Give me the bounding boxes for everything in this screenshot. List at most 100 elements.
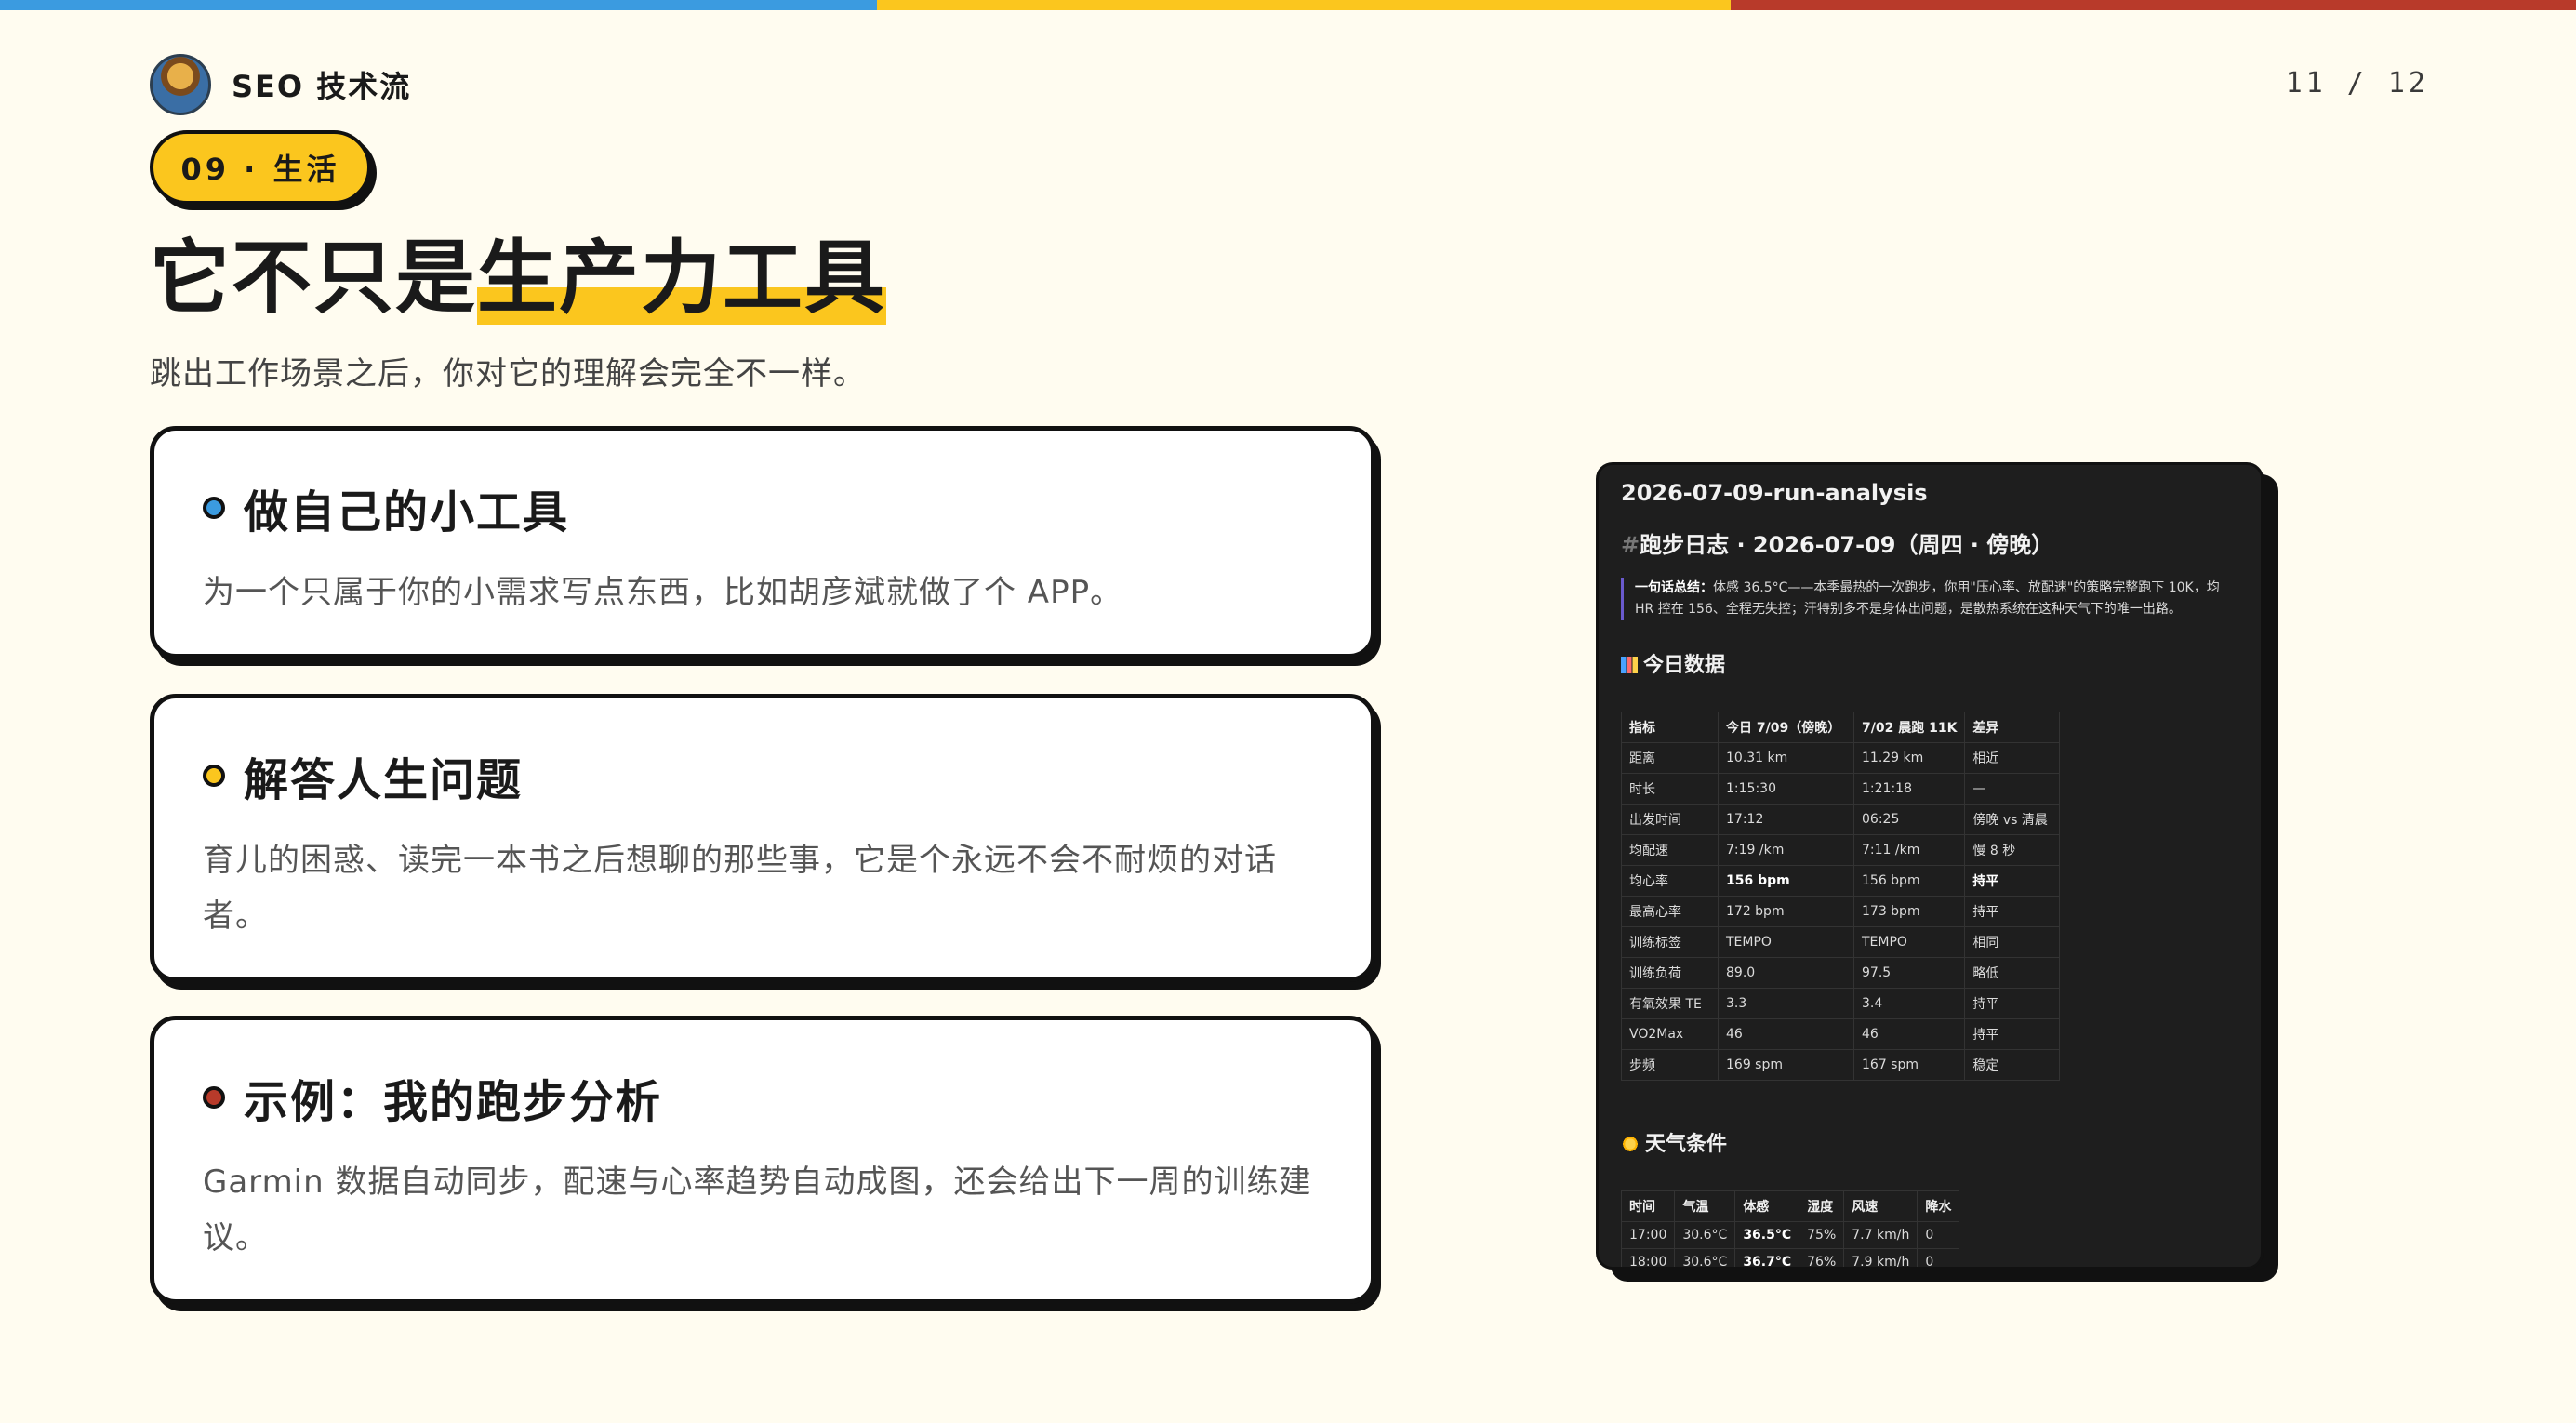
table-row: 均心率 156 bpm 156 bpm 持平 (1621, 865, 2061, 897)
table-cell: 相同 (1964, 926, 2061, 958)
table-cell: TEMPO (1718, 926, 1854, 958)
table-cell: 持平 (1964, 988, 2061, 1019)
table-cell: 0 (1917, 1248, 1960, 1267)
card-description: 为一个只属于你的小需求写点东西，比如胡彦斌就做了个 APP。 (203, 574, 1123, 611)
table-cell: 10.31 km (1718, 742, 1854, 774)
card-description: 育儿的困惑、读完一本书之后想聊的那些事，它是个永远不会不耐烦的对话者。 (203, 842, 1277, 935)
card-run-analysis: 示例：我的跑步分析 Garmin 数据自动同步，配速与心率趋势自动成图，还会给出… (150, 1016, 1375, 1304)
table-cell: 169 spm (1718, 1049, 1854, 1081)
table-header-cell: 时间 (1620, 1190, 1676, 1222)
table-cell: 30.6°C (1674, 1248, 1736, 1267)
table-cell: 步频 (1621, 1049, 1719, 1081)
table-cell: 持平 (1964, 865, 2061, 897)
table-cell: 172 bpm (1718, 896, 1854, 927)
table-row: 时长 1:15:30 1:21:18— (1621, 773, 2061, 805)
table-cell: 有氧效果 TE (1621, 988, 1719, 1019)
table-row: 训练标签 TEMPO TEMPO 相同 (1621, 926, 2061, 958)
title-highlight: 生产力工具 (477, 232, 886, 325)
table-row: 距离 10.31 km 11.29 km 相近 (1621, 742, 2061, 774)
table-row: 出发时间 17:12 06:25 傍晚 vs 清晨 (1621, 804, 2061, 835)
table-cell: TEMPO (1852, 926, 1966, 958)
table-cell: 46 (1852, 1018, 1966, 1050)
color-bar-red (1731, 0, 2576, 10)
table-cell: 89.0 (1718, 957, 1854, 989)
bullet-dot-icon (203, 1086, 225, 1109)
table-cell: 36.7°C (1734, 1248, 1800, 1267)
table-cell: 06:25 (1852, 804, 1966, 835)
table-cell: 稳定 (1964, 1049, 2061, 1081)
brand: SEO 技术流 (150, 54, 411, 115)
page-title: 它不只是生产力工具 (150, 227, 886, 329)
card-title: 示例：我的跑步分析 (244, 1076, 663, 1128)
table-header-cell: 降水 (1917, 1190, 1960, 1222)
table-cell: 相近 (1964, 742, 2061, 774)
table-header-cell: 差异 (1964, 712, 2061, 743)
doc-title: 2026-07-09-run-analysis (1621, 480, 1928, 506)
color-bar-yellow (877, 0, 1731, 10)
table-cell: 30.6°C (1674, 1221, 1736, 1249)
table-cell: 7:11 /km (1852, 834, 1966, 866)
table-cell: 最高心率 (1621, 896, 1719, 927)
table-row: 有氧效果 TE 3.3 3.4 持平 (1621, 988, 2061, 1019)
table-cell: 3.4 (1852, 988, 1966, 1019)
table-cell: 75% (1799, 1221, 1845, 1249)
table-row: 17:00 30.6°C 36.5°C 75% 7.7 km/h 0 (1620, 1221, 1960, 1249)
table-row: 18:00 30.6°C 36.7°C 76% 7.9 km/h 0 (1620, 1248, 1960, 1267)
page-subtitle: 跳出工作场景之后，你对它的理解会完全不一样。 (150, 355, 866, 392)
table-cell: 17:12 (1718, 804, 1854, 835)
color-bar-blue (0, 0, 877, 10)
table-header-cell: 7/02 晨跑 11K (1852, 712, 1966, 743)
section-data-heading: 今日数据 (1621, 648, 2238, 678)
table-header-cell: 风速 (1843, 1190, 1919, 1222)
title-text: 它不只是 (150, 232, 477, 325)
table-cell: VO2Max (1621, 1018, 1719, 1050)
run-analysis-screenshot: 2026-07-09-run-analysis #跑步日志 · 2026-07-… (1596, 462, 2264, 1270)
card-tools: 做自己的小工具 为一个只属于你的小需求写点东西，比如胡彦斌就做了个 APP。 (150, 426, 1375, 658)
table-cell: 156 bpm (1852, 865, 1966, 897)
card-title: 做自己的小工具 (244, 486, 570, 539)
table-cell: 持平 (1964, 896, 2061, 927)
table-cell: — (1964, 773, 2061, 805)
section-tag: 09 · 生活 (150, 130, 371, 205)
table-cell: 18:00 (1620, 1248, 1676, 1267)
table-header-cell: 指标 (1621, 712, 1719, 743)
table-cell: 76% (1799, 1248, 1845, 1267)
table-cell: 97.5 (1852, 957, 1966, 989)
table-cell: 距离 (1621, 742, 1719, 774)
table-cell: 持平 (1964, 1018, 2061, 1050)
table-cell: 0 (1917, 1221, 1960, 1249)
table-header-cell: 今日 7/09（傍晚） (1718, 712, 1854, 743)
brand-name: SEO 技术流 (232, 69, 412, 104)
hash-icon: # (1621, 532, 1640, 558)
page-counter: 11 / 12 (2285, 67, 2429, 100)
card-description: Garmin 数据自动同步，配速与心率趋势自动成图，还会给出下一周的训练建议。 (203, 1164, 1312, 1257)
table-cell: 3.3 (1718, 988, 1854, 1019)
weather-table: 时间 气温 体感 湿度 风速 降水 17:00 30.6°C 36.5°C 75% 7.7 km/… (1620, 1190, 1960, 1267)
bullet-dot-icon (203, 765, 225, 787)
table-cell: 慢 8 秒 (1964, 834, 2061, 866)
card-life-questions: 解答人生问题 育儿的困惑、读完一本书之后想聊的那些事，它是个永远不会不耐烦的对话… (150, 694, 1375, 982)
table-cell: 略低 (1964, 957, 2061, 989)
table-cell: 36.5°C (1734, 1221, 1800, 1249)
table-cell: 均心率 (1621, 865, 1719, 897)
table-row: 最高心率 172 bpm 173 bpm 持平 (1621, 896, 2061, 927)
table-header-cell: 湿度 (1799, 1190, 1845, 1222)
table-cell: 1:15:30 (1718, 773, 1854, 805)
avatar-icon (150, 54, 211, 115)
table-cell: 时长 (1621, 773, 1719, 805)
doc-heading: #跑步日志 · 2026-07-09（周四 · 傍晚） (1621, 532, 2054, 558)
table-cell: 7.9 km/h (1843, 1248, 1919, 1267)
top-color-bar (0, 0, 2576, 10)
table-cell: 11.29 km (1852, 742, 1966, 774)
table-cell: 训练标签 (1621, 926, 1719, 958)
bar-chart-icon (1621, 657, 1638, 673)
table-row: 步频 169 spm 167 spm 稳定 (1621, 1049, 2061, 1081)
table-row: 训练负荷 89.0 97.5 略低 (1621, 957, 2061, 989)
table-cell: 均配速 (1621, 834, 1719, 866)
table-cell: 17:00 (1620, 1221, 1676, 1249)
table-cell: 46 (1718, 1018, 1854, 1050)
table-cell: 傍晚 vs 清晨 (1964, 804, 2061, 835)
table-header-cell: 体感 (1734, 1190, 1800, 1222)
table-cell: 训练负荷 (1621, 957, 1719, 989)
table-cell: 167 spm (1852, 1049, 1966, 1081)
